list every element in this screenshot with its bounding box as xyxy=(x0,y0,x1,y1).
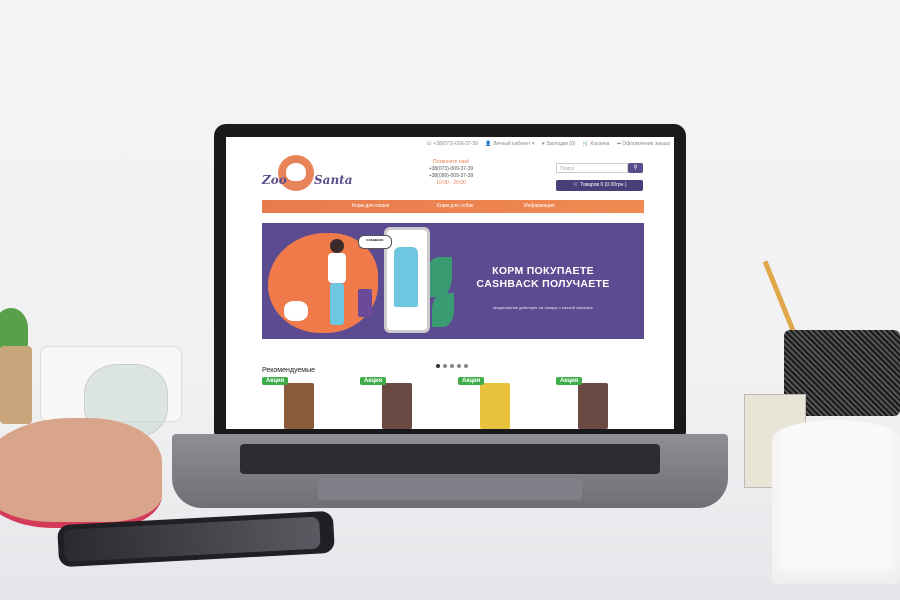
laptop-keyboard xyxy=(240,444,660,474)
slider-dot[interactable] xyxy=(443,364,447,368)
sale-badge: Акция xyxy=(556,377,583,385)
courier-illustration xyxy=(394,247,418,307)
topbar-wishlist-link[interactable]: ♥ Закладки (0) xyxy=(542,141,576,147)
slider-dot[interactable] xyxy=(436,364,440,368)
girl-illustration xyxy=(324,239,350,325)
product-card[interactable]: Акция xyxy=(262,377,322,429)
search-icon: ⚲ xyxy=(633,165,638,171)
topbar-cart-link[interactable]: 🛒 Корзина xyxy=(583,141,610,147)
slider-pagination xyxy=(436,355,476,368)
working-hours: 10:00 - 20:00 xyxy=(436,180,466,186)
dog-icon xyxy=(286,163,306,181)
cashback-speech-bubble: CASHBACK xyxy=(358,235,392,249)
banner-headline: КОРМ ПОКУПАЕТЕ CASHBACK ПОЛУЧАЕТЕ xyxy=(448,265,638,291)
main-navigation: Корм для кошек Корм для собак Информация xyxy=(262,200,644,213)
cart-button[interactable]: 🛒 Товаров 0 (0.00грн.) xyxy=(556,180,643,191)
sale-badge: Акция xyxy=(360,377,387,385)
smartphone-screen xyxy=(63,516,321,562)
dog-illustration xyxy=(284,301,308,321)
call-us-label: Позвоните нам! xyxy=(432,159,470,165)
search-button[interactable]: ⚲ xyxy=(628,163,643,173)
succulent-plant xyxy=(0,308,28,348)
slider-dot[interactable] xyxy=(450,364,454,368)
contact-block: Позвоните нам! +38(073)-009-37-39 +38(09… xyxy=(406,159,496,187)
product-image[interactable] xyxy=(284,383,314,429)
promo-banner[interactable]: CASHBACK КОРМ ПОКУПАЕТЕ CASHBACK ПОЛУЧАЕ… xyxy=(262,223,644,339)
product-card[interactable]: Акция xyxy=(556,377,616,429)
slider-dot[interactable] xyxy=(464,364,468,368)
logo-word-left: Zoo xyxy=(262,173,287,187)
laptop-screen: ☏ +38(073)-009-37-39 👤 Личный кабинет ▾ … xyxy=(226,137,674,429)
slider-dot[interactable] xyxy=(457,364,461,368)
topbar-phone[interactable]: ☏ +38(073)-009-37-39 xyxy=(426,141,478,147)
product-card[interactable]: Акция xyxy=(360,377,420,429)
plant-pot xyxy=(0,346,32,424)
phone-number-2[interactable]: +38(099)-009-37-39 xyxy=(406,173,496,180)
nav-item-cat-food[interactable]: Корм для кошек xyxy=(352,200,389,213)
logo-word-right: Santa xyxy=(314,173,353,187)
product-image[interactable] xyxy=(382,383,412,429)
site-logo[interactable]: Zoo Santa xyxy=(260,155,352,195)
topbar-checkout-link[interactable]: ➦ Оформление заказа xyxy=(617,141,670,147)
food-bag-illustration xyxy=(358,289,372,317)
sale-badge: Акция xyxy=(458,377,485,385)
phone-number-1[interactable]: +38(073)-009-37-39 xyxy=(406,166,496,173)
recommended-heading: Рекомендуемые xyxy=(262,367,315,374)
nav-item-info[interactable]: Информация xyxy=(524,200,555,213)
leather-pouch xyxy=(0,418,162,528)
top-utility-bar: ☏ +38(073)-009-37-39 👤 Личный кабинет ▾ … xyxy=(226,141,670,151)
banner-headline-line1: КОРМ ПОКУПАЕТЕ xyxy=(492,265,594,277)
topbar-account-link[interactable]: 👤 Личный кабинет ▾ xyxy=(485,141,534,147)
nav-item-dog-food[interactable]: Корм для собак xyxy=(437,200,473,213)
product-card[interactable]: Акция xyxy=(458,377,518,429)
sale-badge: Акция xyxy=(262,377,289,385)
laptop-trackpad xyxy=(318,478,582,500)
product-image[interactable] xyxy=(578,383,608,429)
leaf-decoration xyxy=(432,293,454,327)
banner-headline-line2: CASHBACK ПОЛУЧАЕТЕ xyxy=(476,278,610,290)
product-image[interactable] xyxy=(480,383,510,429)
search-input[interactable]: Поиск xyxy=(556,163,628,173)
white-mug xyxy=(772,420,900,584)
banner-note: предложение действует на товары с меткой… xyxy=(493,305,593,310)
